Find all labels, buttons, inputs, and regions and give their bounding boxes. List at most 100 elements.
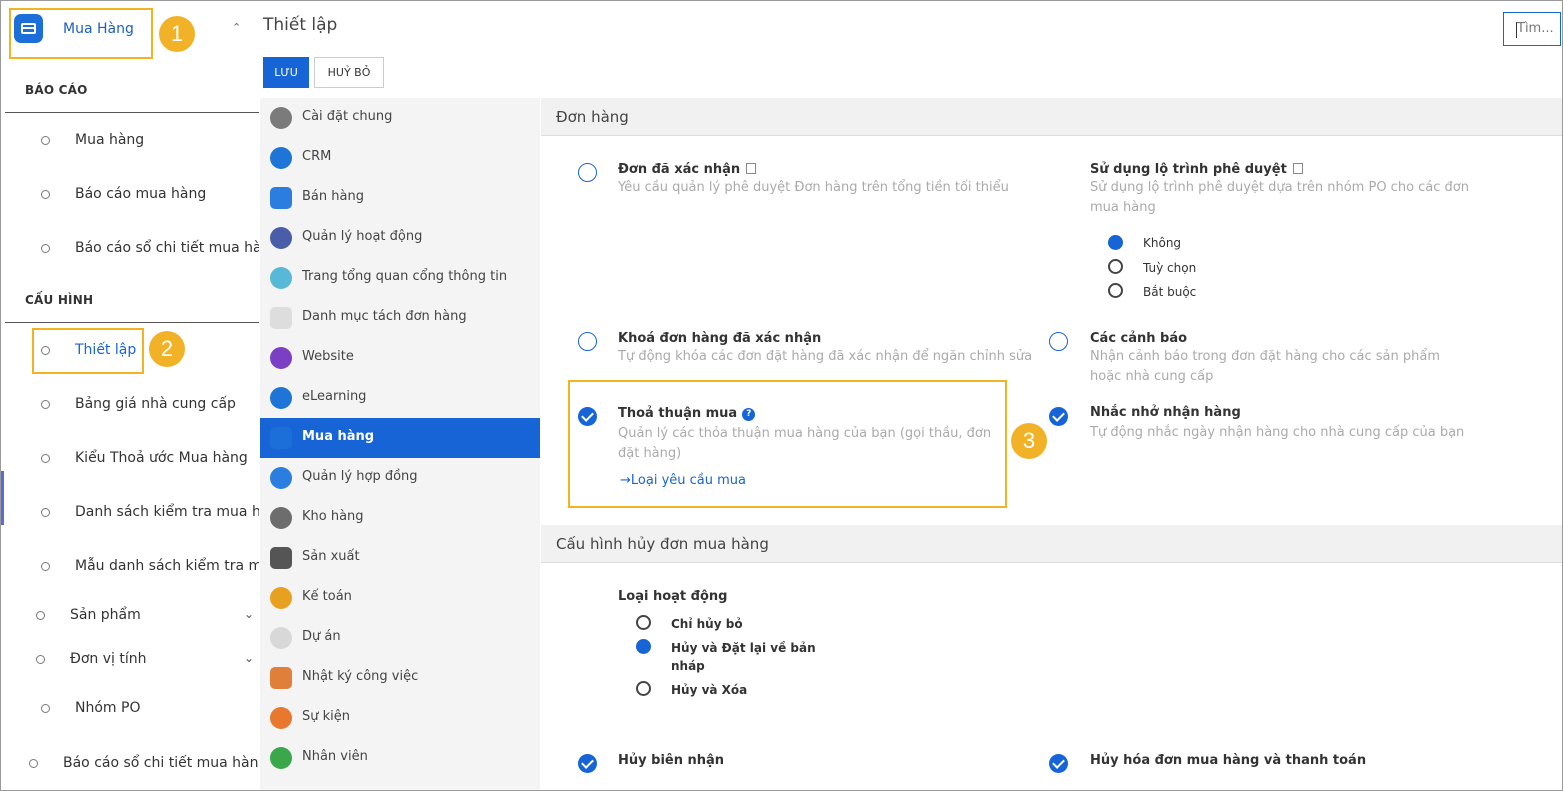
agreement-desc: Quản lý các thỏa thuận mua hàng của bạn … <box>618 426 992 461</box>
cancel-only-radio[interactable] <box>636 615 651 630</box>
settings-menu-label: Nhật ký công việc <box>302 669 419 684</box>
reminder-desc: Tự động nhắc ngày nhận hàng cho nhà cung… <box>1090 425 1465 440</box>
chevron-up-icon[interactable]: ⌃ <box>232 21 241 34</box>
bullet-icon <box>41 190 50 199</box>
arrow-right-icon: → <box>620 473 631 488</box>
settings-menu-label: Dự án <box>302 629 341 644</box>
settings-menu-item[interactable]: Nhân viên <box>260 738 540 778</box>
bullet-icon <box>41 400 50 409</box>
search-input[interactable]: Tìm... <box>1503 12 1561 46</box>
settings-menu-item[interactable]: Quản lý hợp đồng <box>260 458 540 498</box>
cancel-reset-radio[interactable] <box>636 639 651 654</box>
approval-optional-label: Tuỳ chọn <box>1143 261 1197 275</box>
reminder-title: Nhắc nhở nhận hàng <box>1090 405 1241 420</box>
cancel-config-title: Cấu hình hủy đơn mua hàng <box>556 535 769 553</box>
nav-item-purchase-ledger[interactable]: Báo cáo sổ chi tiết mua hàn <box>75 240 259 256</box>
agreement-title: Thoả thuận mua? <box>618 406 756 421</box>
config-section-title: CẤU HÌNH <box>25 293 94 307</box>
chevron-down-icon[interactable]: ⌄ <box>244 651 254 665</box>
nav-item-purchase[interactable]: Mua hàng <box>75 132 144 148</box>
company-icon <box>1292 163 1303 174</box>
app-window: Mua Hàng ⌃ 1 BÁO CÁO Mua hàng Báo cáo mu… <box>0 0 1563 791</box>
cancel-button[interactable]: HUỶ BỎ <box>314 57 384 88</box>
approval-route-desc: Sử dụng lộ trình phê duyệt dựa trên nhóm… <box>1090 180 1469 215</box>
cancel-only-label: Chỉ hủy bỏ <box>671 617 743 631</box>
divider <box>5 322 259 323</box>
factory-icon <box>270 547 292 569</box>
nav-item-uom[interactable]: Đơn vị tính <box>70 651 147 667</box>
divider <box>5 112 259 113</box>
confirmed-order-title: Đơn đã xác nhận <box>618 162 757 177</box>
save-button[interactable]: LƯU <box>263 57 309 88</box>
settings-menu-item[interactable]: Quản lý hoạt động <box>260 218 540 258</box>
agreement-checkbox[interactable] <box>578 407 597 426</box>
approval-required-radio[interactable] <box>1108 283 1123 298</box>
scroll-accent <box>1 471 4 525</box>
page-title: Thiết lập <box>263 15 338 35</box>
company-icon <box>746 163 757 174</box>
settings-menu-item[interactable]: Kho hàng <box>260 498 540 538</box>
website-icon <box>270 347 292 369</box>
bullet-icon <box>41 508 50 517</box>
accounting-icon <box>270 587 292 609</box>
split-icon <box>270 307 292 329</box>
settings-menu-item[interactable]: Mua hàng <box>260 418 540 458</box>
settings-menu-item[interactable]: eLearning <box>260 378 540 418</box>
cancel-invoice-checkbox[interactable] <box>1049 754 1068 773</box>
settings-menu-item[interactable]: Website <box>260 338 540 378</box>
nav-item-settings[interactable]: Thiết lập <box>75 342 136 358</box>
approval-required-label: Bắt buộc <box>1143 285 1197 299</box>
confirmed-order-checkbox[interactable] <box>578 163 597 182</box>
nav-item-po-group[interactable]: Nhóm PO <box>75 700 140 716</box>
settings-menu-item[interactable]: Sản xuất <box>260 538 540 578</box>
nav-item-vendor-pricelist[interactable]: Bảng giá nhà cung cấp <box>75 396 236 412</box>
cancel-receipt-title: Hủy biên nhận <box>618 753 725 768</box>
employee-icon <box>270 747 292 769</box>
approval-none-label: Không <box>1143 236 1182 250</box>
settings-menu-item[interactable]: Cài đặt chung <box>260 98 540 138</box>
nav-item-agreement-types[interactable]: Kiểu Thoả ước Mua hàng <box>75 450 248 466</box>
module-label: Mua Hàng <box>63 21 134 37</box>
cancel-invoice-title: Hủy hóa đơn mua hàng và thanh toán <box>1090 753 1367 768</box>
settings-menu-item[interactable]: CRM <box>260 138 540 178</box>
nav-item-checklist[interactable]: Danh sách kiểm tra mua hà <box>75 504 259 520</box>
lock-order-checkbox[interactable] <box>578 332 597 351</box>
settings-menu-item[interactable]: Bán hàng <box>260 178 540 218</box>
module-header[interactable]: Mua Hàng <box>9 8 153 59</box>
nav-item-ledger-report[interactable]: Báo cáo sổ chi tiết mua hàn <box>63 755 259 771</box>
cancel-reset-label-2: nháp <box>671 659 705 673</box>
settings-menu-item[interactable]: Dự án <box>260 618 540 658</box>
settings-menu-item[interactable]: Sự kiện <box>260 698 540 738</box>
settings-menu-item[interactable]: Danh mục tách đơn hàng <box>260 298 540 338</box>
approval-optional-radio[interactable] <box>1108 259 1123 274</box>
settings-menu-item[interactable]: Kế toán <box>260 578 540 618</box>
box-icon <box>270 507 292 529</box>
step-badge-2: 2 <box>149 331 185 367</box>
warnings-title: Các cảnh báo <box>1090 331 1188 346</box>
approval-none-radio[interactable] <box>1108 235 1123 250</box>
chevron-down-icon[interactable]: ⌄ <box>244 607 254 621</box>
reminder-checkbox[interactable] <box>1049 407 1068 426</box>
bullet-icon <box>41 244 50 253</box>
settings-menu-item[interactable]: Trang tổng quan cổng thông tin <box>260 258 540 298</box>
bullet-icon <box>41 346 50 355</box>
gear-icon <box>270 107 292 129</box>
help-icon[interactable]: ? <box>742 408 756 421</box>
settings-menu-label: Danh mục tách đơn hàng <box>302 309 467 324</box>
nav-item-checklist-template[interactable]: Mẫu danh sách kiểm tra mu <box>75 558 259 574</box>
warnings-checkbox[interactable] <box>1049 332 1068 351</box>
purchase-request-types-link[interactable]: →Loại yêu cầu mua <box>620 473 746 488</box>
cancel-delete-radio[interactable] <box>636 681 651 696</box>
nav-item-products[interactable]: Sản phẩm <box>70 607 141 623</box>
settings-menu-label: Trang tổng quan cổng thông tin <box>302 269 508 284</box>
settings-menu-label: Sản xuất <box>302 549 360 564</box>
nav-item-purchase-report[interactable]: Báo cáo mua hàng <box>75 186 206 202</box>
report-section-title: BÁO CÁO <box>25 83 88 97</box>
settings-menu-item[interactable]: Nhật ký công việc <box>260 658 540 698</box>
cancel-receipt-checkbox[interactable] <box>578 754 597 773</box>
project-icon <box>270 627 292 649</box>
worklog-icon <box>270 667 292 689</box>
warnings-desc: Nhận cảnh báo trong đơn đặt hàng cho các… <box>1090 349 1441 384</box>
bullet-icon <box>41 562 50 571</box>
bullet-icon <box>36 655 45 664</box>
